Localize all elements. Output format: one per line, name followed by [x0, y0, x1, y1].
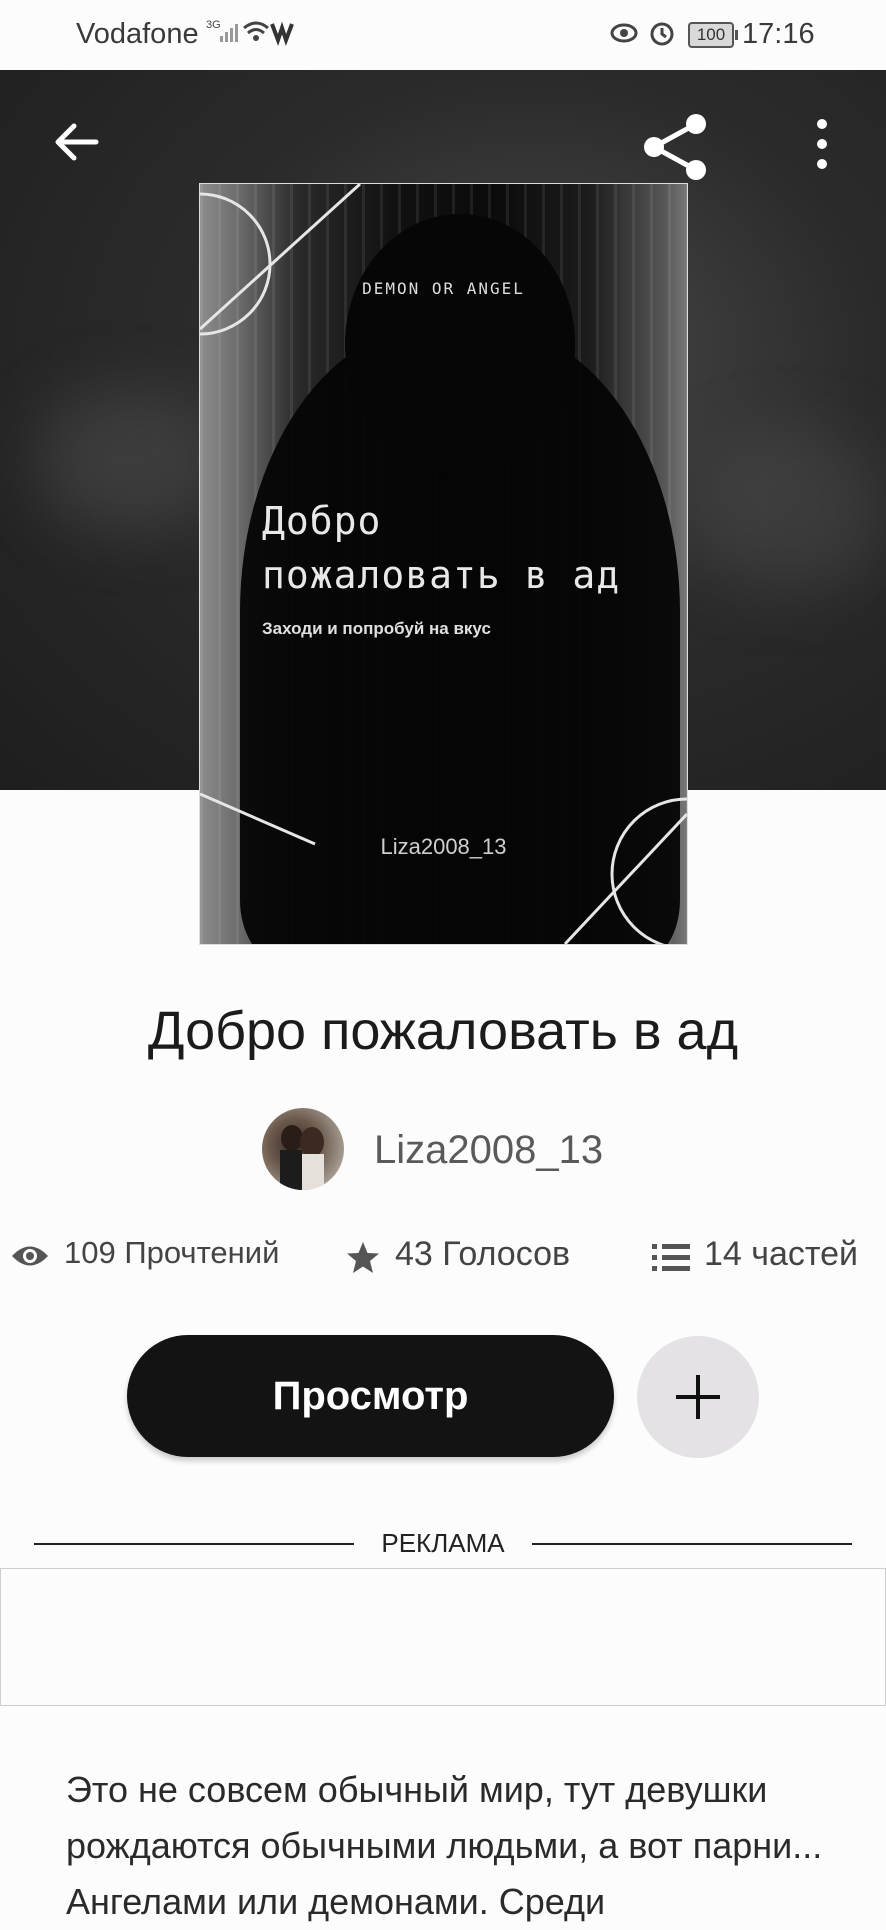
book-stats: 109 Прочтений 43 Голосов 14 частей — [0, 1235, 886, 1295]
back-button[interactable] — [52, 118, 100, 166]
parts-stat: 14 частей — [652, 1235, 858, 1279]
eye-icon — [10, 1241, 50, 1276]
share-icon — [644, 114, 706, 180]
network-type: 3G — [206, 19, 221, 31]
star-icon — [345, 1240, 381, 1281]
add-to-library-button[interactable] — [637, 1336, 759, 1458]
view-button[interactable]: Просмотр — [127, 1335, 614, 1457]
ad-banner[interactable] — [0, 1568, 886, 1706]
status-bar: Vodafone 3G 100 17:16 — [0, 0, 886, 70]
arrow-left-icon — [55, 123, 99, 161]
book-title: Добро пожаловать в ад — [147, 1001, 739, 1061]
share-button[interactable] — [640, 112, 710, 182]
list-icon — [652, 1242, 690, 1279]
cover-series: DEMON OR ANGEL — [362, 279, 525, 298]
cover-title: Добро пожаловать в ад — [262, 499, 621, 597]
more-options-button[interactable] — [812, 118, 832, 170]
plus-icon — [676, 1375, 720, 1419]
book-description: Это не совсем обычный мир, тут девушки р… — [66, 1769, 823, 1922]
author-avatar[interactable] — [262, 1108, 344, 1190]
battery-indicator: 100 — [688, 22, 738, 48]
status-icons — [610, 18, 680, 56]
signal-icon: 3G — [206, 16, 296, 58]
author-name[interactable]: Liza2008_13 — [374, 1128, 603, 1173]
clock: 17:16 — [742, 18, 815, 50]
more-vertical-icon — [817, 119, 827, 169]
carrier-label: Vodafone — [76, 18, 199, 50]
reads-stat: 109 Прочтений — [10, 1235, 279, 1276]
votes-stat: 43 Голосов — [345, 1235, 570, 1281]
divider-right — [532, 1543, 852, 1545]
cover-subtitle: Заходи и попробуй на вкус — [262, 619, 491, 638]
cover-author: Liza2008_13 — [380, 834, 507, 859]
book-cover[interactable]: DEMON OR ANGEL Добро пожаловать в ад Зах… — [199, 183, 688, 945]
